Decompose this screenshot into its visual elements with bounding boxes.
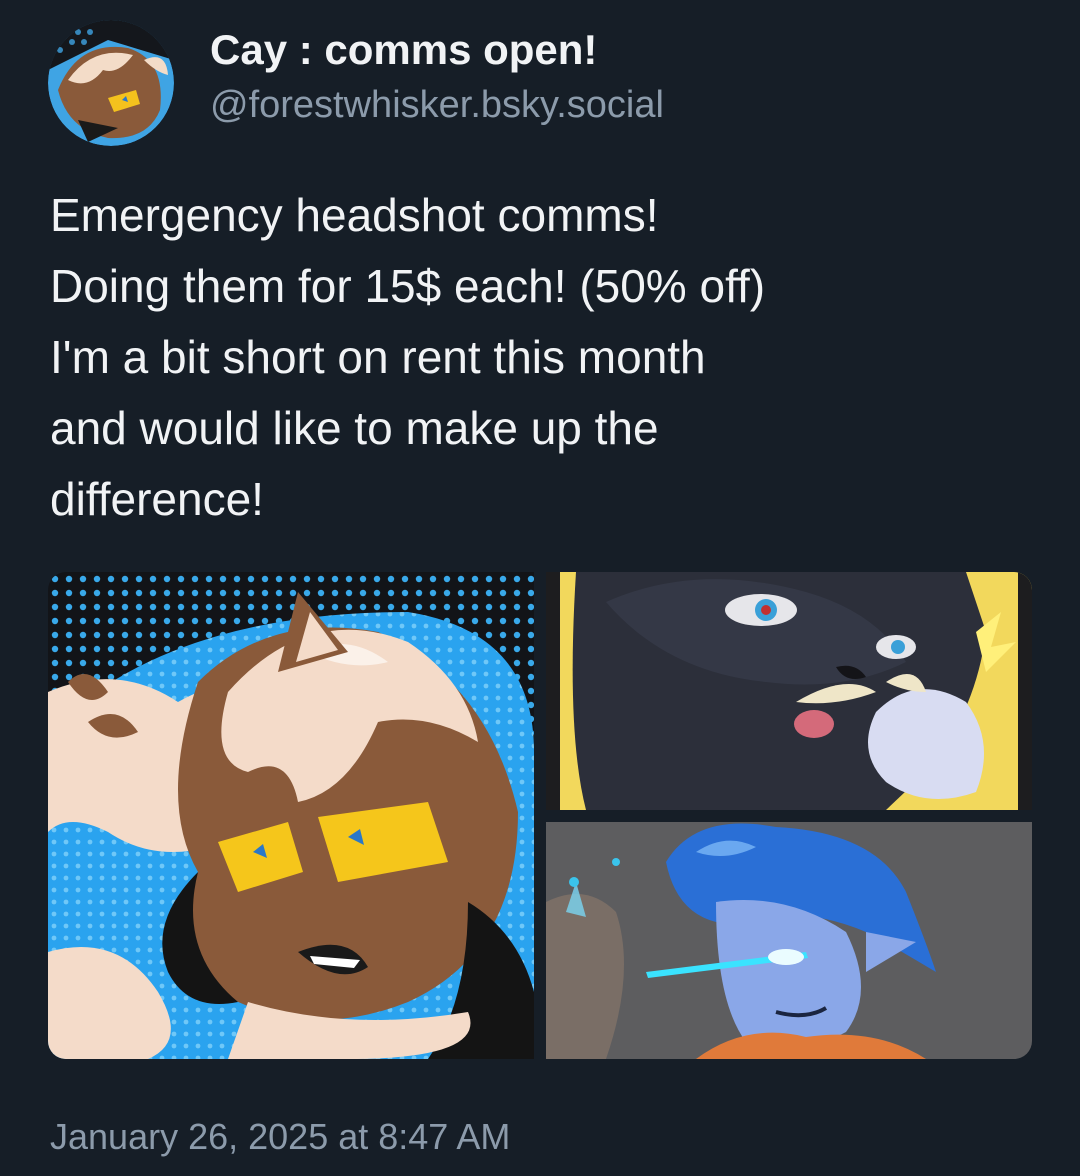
gallery-image-2[interactable] [546, 572, 1032, 810]
post-text: Emergency headshot comms! Doing them for… [50, 180, 1050, 535]
author-avatar[interactable] [48, 20, 174, 146]
post-text-line: difference! [50, 473, 264, 525]
artwork-brown-cat [48, 572, 534, 1059]
gallery-image-1[interactable] [48, 572, 534, 1059]
post-text-line: and would like to make up the [50, 402, 659, 454]
post-text-line: Emergency headshot comms! [50, 189, 659, 241]
image-gallery [48, 572, 1032, 1059]
author-handle[interactable]: @forestwhisker.bsky.social [210, 80, 664, 130]
post-card: Cay : comms open! @forestwhisker.bsky.so… [0, 0, 1080, 1176]
author-info: Cay : comms open! @forestwhisker.bsky.so… [210, 24, 664, 130]
artwork-blue-character [546, 822, 1032, 1059]
gallery-image-3[interactable] [546, 822, 1032, 1059]
author-display-name[interactable]: Cay : comms open! [210, 24, 664, 76]
artwork-dark-cat [546, 572, 1032, 810]
post-timestamp[interactable]: January 26, 2025 at 8:47 AM [50, 1114, 510, 1160]
post-text-line: I'm a bit short on rent this month [50, 331, 706, 383]
avatar-image [48, 20, 174, 146]
post-text-line: Doing them for 15$ each! (50% off) [50, 260, 766, 312]
